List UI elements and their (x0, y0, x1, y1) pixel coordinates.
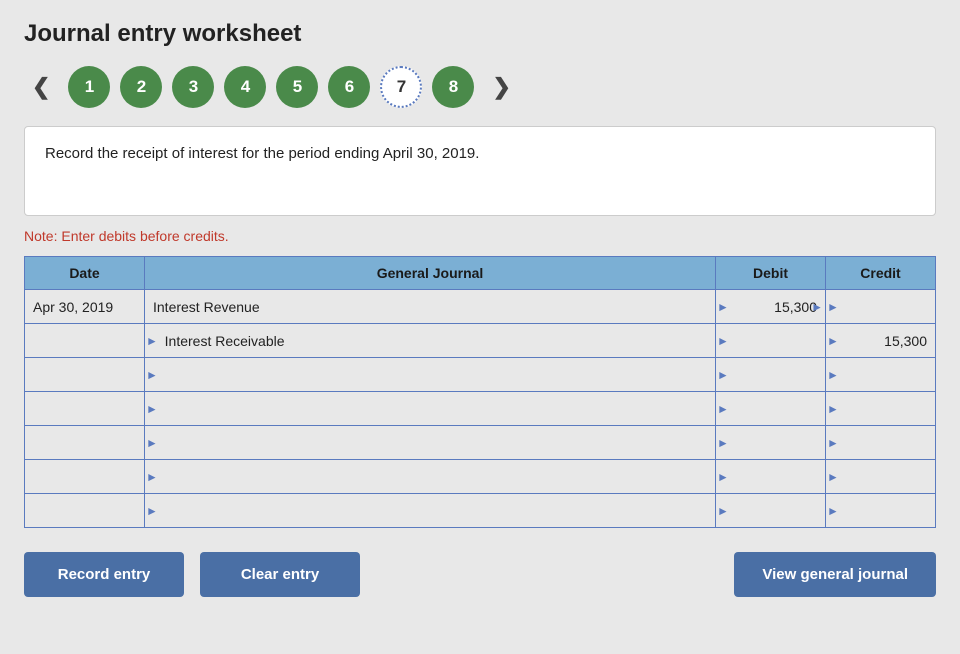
clear-entry-button[interactable]: Clear entry (200, 552, 360, 597)
arrow-icon-c6: ► (827, 470, 839, 484)
step-navigation: ❮ 1 2 3 4 5 6 7 8 ❯ (24, 66, 936, 108)
debit-cell-6[interactable]: ► (716, 460, 826, 494)
instruction-box: Record the receipt of interest for the p… (24, 126, 936, 216)
header-date: Date (25, 257, 145, 290)
header-credit: Credit (826, 257, 936, 290)
credit-cell-2[interactable]: ► 15,300 (826, 324, 936, 358)
step-7-active[interactable]: 7 (380, 66, 422, 108)
arrow-icon-d6: ► (717, 470, 729, 484)
next-button[interactable]: ❯ (484, 70, 518, 104)
prev-button[interactable]: ❮ (24, 70, 58, 104)
page-title: Journal entry worksheet (24, 20, 936, 48)
journal-cell-4[interactable]: ► (145, 392, 716, 426)
step-3[interactable]: 3 (172, 66, 214, 108)
journal-cell-6[interactable]: ► (145, 460, 716, 494)
arrow-icon-c1: ► (827, 300, 839, 314)
arrow-icon-d4: ► (717, 402, 729, 416)
credit-cell-3[interactable]: ► (826, 358, 936, 392)
debit-cell-2[interactable]: ► (716, 324, 826, 358)
debit-cell-7[interactable]: ► (716, 494, 826, 528)
step-5[interactable]: 5 (276, 66, 318, 108)
journal-cell-5[interactable]: ► (145, 426, 716, 460)
step-8[interactable]: 8 (432, 66, 474, 108)
view-general-journal-button[interactable]: View general journal (734, 552, 936, 597)
date-cell-1: Apr 30, 2019 (25, 290, 145, 324)
journal-cell-1[interactable]: Interest Revenue (145, 290, 716, 324)
arrow-icon-j5: ► (146, 436, 158, 450)
debit-cell-3[interactable]: ► (716, 358, 826, 392)
journal-cell-3[interactable]: ► (145, 358, 716, 392)
arrow-icon-j3: ► (146, 368, 158, 382)
arrow-icon-j2: ► (146, 334, 158, 348)
date-cell-7 (25, 494, 145, 528)
button-row: Record entry Clear entry View general jo… (24, 552, 936, 597)
credit-cell-7[interactable]: ► (826, 494, 936, 528)
table-row: ► ► ► (25, 494, 936, 528)
credit-cell-4[interactable]: ► (826, 392, 936, 426)
arrow-icon-d3: ► (717, 368, 729, 382)
arrow-icon-d2: ► (717, 334, 729, 348)
table-row: ► Interest Receivable ► ► 15,300 (25, 324, 936, 358)
arrow-icon-c7: ► (827, 504, 839, 518)
journal-cell-2[interactable]: ► Interest Receivable (145, 324, 716, 358)
table-row: ► ► ► (25, 392, 936, 426)
debit-cell-4[interactable]: ► (716, 392, 826, 426)
header-journal: General Journal (145, 257, 716, 290)
arrow-icon-j7: ► (146, 504, 158, 518)
arrow-icon-1: ► (717, 300, 729, 314)
arrow-icon-j6: ► (146, 470, 158, 484)
instruction-text: Record the receipt of interest for the p… (45, 145, 479, 162)
date-cell-5 (25, 426, 145, 460)
debit-cell-1[interactable]: ► 15,300► (716, 290, 826, 324)
step-4[interactable]: 4 (224, 66, 266, 108)
credit-cell-6[interactable]: ► (826, 460, 936, 494)
date-cell-3 (25, 358, 145, 392)
date-cell-6 (25, 460, 145, 494)
arrow-icon-j4: ► (146, 402, 158, 416)
step-2[interactable]: 2 (120, 66, 162, 108)
table-row: ► ► ► (25, 460, 936, 494)
journal-table: Date General Journal Debit Credit Apr 30… (24, 256, 936, 528)
record-entry-button[interactable]: Record entry (24, 552, 184, 597)
journal-cell-7[interactable]: ► (145, 494, 716, 528)
arrow-icon-c5: ► (827, 436, 839, 450)
credit-cell-5[interactable]: ► (826, 426, 936, 460)
date-cell-2 (25, 324, 145, 358)
debit-cell-5[interactable]: ► (716, 426, 826, 460)
arrow-icon-d5: ► (717, 436, 729, 450)
arrow-icon-c3: ► (827, 368, 839, 382)
arrow-icon-c4: ► (827, 402, 839, 416)
note-text: Note: Enter debits before credits. (24, 228, 936, 244)
header-debit: Debit (716, 257, 826, 290)
date-cell-4 (25, 392, 145, 426)
arrow-icon-r1: ► (811, 300, 823, 314)
table-row: ► ► ► (25, 426, 936, 460)
step-6[interactable]: 6 (328, 66, 370, 108)
arrow-icon-d7: ► (717, 504, 729, 518)
arrow-icon-c2: ► (827, 334, 839, 348)
credit-cell-1[interactable]: ► (826, 290, 936, 324)
table-row: ► ► ► (25, 358, 936, 392)
table-row: Apr 30, 2019 Interest Revenue ► 15,300► … (25, 290, 936, 324)
step-1[interactable]: 1 (68, 66, 110, 108)
